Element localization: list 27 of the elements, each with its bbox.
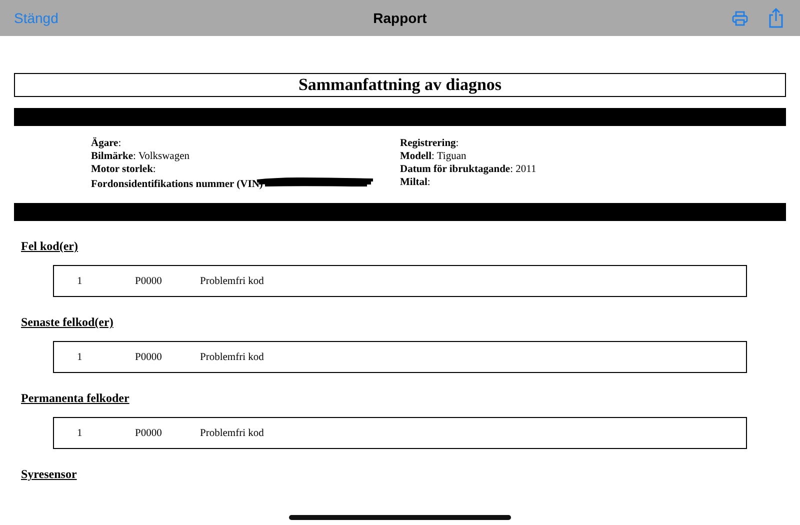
section-heading: Permanenta felkoder (21, 391, 130, 406)
fault-code: P0000 (135, 428, 163, 438)
info-field: Ägare: (91, 137, 122, 150)
report-title: Sammanfattning av diagnos (14, 73, 786, 97)
info-field: Modell: Tiguan (400, 150, 466, 163)
info-field: Registrering: (400, 137, 459, 150)
close-button[interactable]: Stängd (14, 10, 58, 26)
share-icon (768, 8, 784, 28)
row-index: 1 (77, 276, 84, 286)
info-field: Miltal: (400, 176, 430, 189)
fault-code: P0000 (135, 276, 163, 286)
fault-description: Problemfri kod (200, 428, 264, 438)
printer-icon (732, 10, 748, 26)
row-index: 1 (77, 352, 84, 362)
section-heading: Syresensor (21, 467, 77, 482)
share-button[interactable] (768, 8, 784, 28)
fault-code: P0000 (135, 352, 163, 362)
section-heading: Fel kod(er) (21, 239, 78, 254)
print-button[interactable] (732, 10, 748, 26)
info-field: Motor storlek: (91, 163, 156, 176)
window-title: Rapport (373, 10, 427, 26)
fault-description: Problemfri kod (200, 276, 264, 286)
section-heading: Senaste felkod(er) (21, 315, 114, 330)
row-index: 1 (77, 428, 84, 438)
info-field: Bilmärke: Volkswagen (91, 150, 190, 163)
info-field: Datum för ibruktagande: 2011 (400, 163, 536, 176)
fault-description: Problemfri kod (200, 352, 264, 362)
